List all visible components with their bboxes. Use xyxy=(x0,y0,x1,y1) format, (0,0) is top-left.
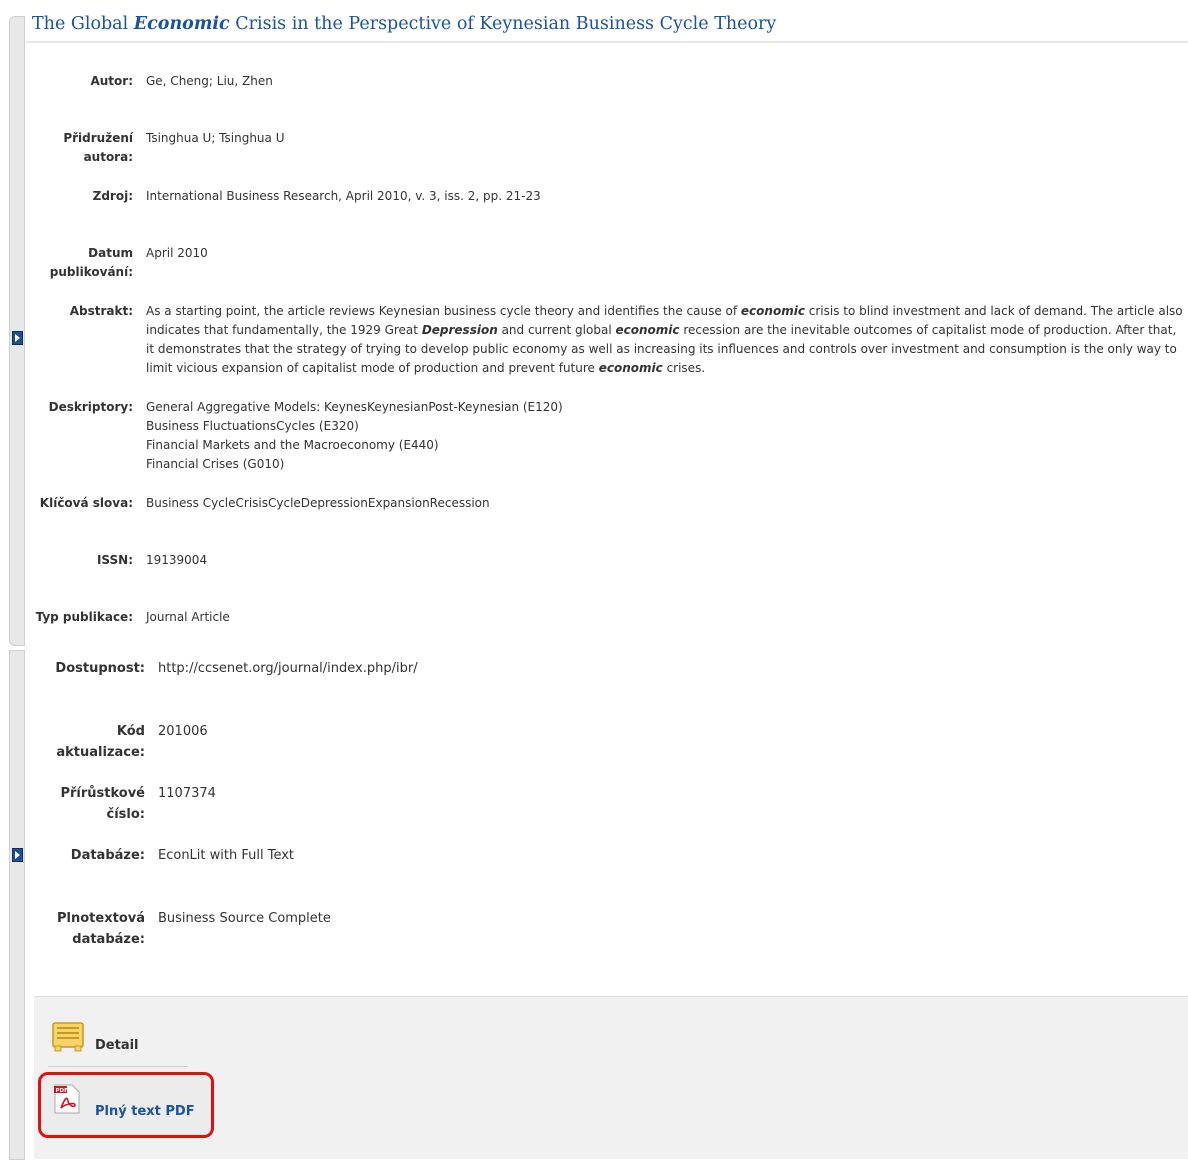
title-text: Crisis in the Perspective of Keynesian B… xyxy=(229,14,777,34)
field-value: Ge, Cheng; Liu, Zhen xyxy=(146,74,273,88)
field-label: Přírůstkové číslo: xyxy=(60,786,145,822)
field-label: Databáze: xyxy=(70,848,145,863)
availability-link[interactable]: http://ccsenet.org/journal/index.php/ibr… xyxy=(158,658,418,679)
svg-text:PDF: PDF xyxy=(56,1088,69,1094)
descriptor-link[interactable]: Financial Markets and the Macroeconomy (… xyxy=(146,436,563,455)
field-label: Typ publikace: xyxy=(35,610,133,624)
field-label: Přidružení autora: xyxy=(63,131,133,164)
title-highlight: Economic xyxy=(133,14,230,34)
expand-arrow-icon[interactable] xyxy=(12,848,23,862)
field-label: Datum publikování: xyxy=(49,246,133,279)
pdf-icon[interactable]: PDF xyxy=(53,1084,81,1114)
field-label: Abstrakt: xyxy=(69,304,133,318)
title-text: The Global xyxy=(32,14,134,34)
field-label: ISSN: xyxy=(96,553,133,567)
field-value: International Business Research, April 2… xyxy=(146,189,541,203)
field-value: 19139004 xyxy=(146,553,208,567)
record-title-link[interactable]: The Global Economic Crisis in the Perspe… xyxy=(32,14,776,34)
field-label: Deskriptory: xyxy=(48,400,133,414)
field-value: Business Source Complete xyxy=(158,911,331,926)
field-value: Journal Article xyxy=(146,610,230,624)
field-label: Dostupnost: xyxy=(55,661,145,676)
field-value: April 2010 xyxy=(146,246,208,260)
abstract-text: As a starting point, the article reviews… xyxy=(146,304,1183,375)
field-label: Zdroj: xyxy=(92,189,133,203)
full-text-pdf-link[interactable]: Plný text PDF xyxy=(95,1104,195,1119)
document-icon xyxy=(52,1022,84,1052)
field-value: Tsinghua U; Tsinghua U xyxy=(146,131,285,145)
descriptor-list: General Aggregative Models: KeynesKeynes… xyxy=(146,398,563,474)
title-divider xyxy=(26,41,1188,43)
left-collapse-rail-bottom[interactable] xyxy=(9,650,25,1160)
keywords-value[interactable]: Business CycleCrisisCycleDepressionExpan… xyxy=(146,494,490,513)
descriptor-link[interactable]: Financial Crises (G010) xyxy=(146,455,563,474)
field-label: Kód aktualizace: xyxy=(56,724,145,760)
field-value: 1107374 xyxy=(158,786,216,801)
field-label: Autor: xyxy=(90,74,133,88)
field-label: Plnotextová databáze: xyxy=(57,911,145,947)
descriptor-link[interactable]: General Aggregative Models: KeynesKeynes… xyxy=(146,398,563,417)
field-value: 201006 xyxy=(158,724,208,739)
actions-divider xyxy=(48,1066,188,1067)
field-value: EconLit with Full Text xyxy=(158,848,295,863)
expand-arrow-icon[interactable] xyxy=(12,331,23,345)
detail-label: Detail xyxy=(95,1038,139,1053)
descriptor-link[interactable]: Business FluctuationsCycles (E320) xyxy=(146,417,563,436)
field-label: Klíčová slova: xyxy=(39,496,133,510)
